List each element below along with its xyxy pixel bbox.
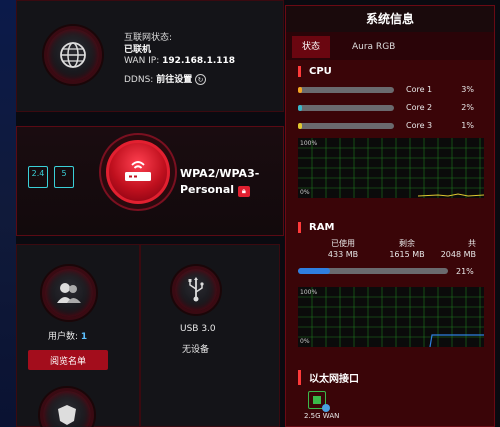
system-info-tabs: 状态 Aura RGB bbox=[286, 32, 494, 58]
ethernet-title: 以太网接口 bbox=[298, 370, 359, 385]
ram-total-value: 2048 MB bbox=[440, 250, 476, 259]
ram-graph-grid bbox=[298, 287, 484, 348]
ethernet-port-label: 2.5G WAN bbox=[304, 412, 340, 420]
cpu-core-1-bar bbox=[298, 87, 394, 93]
users-icon bbox=[57, 283, 81, 303]
wifi-security-line1: WPA2/WPA3- bbox=[180, 167, 260, 180]
ddns-row: DDNS: 前往设置 ↻ bbox=[124, 72, 207, 85]
ram-graph-top-tick: 100% bbox=[300, 289, 318, 296]
tab-status[interactable]: 状态 bbox=[292, 36, 331, 58]
cpu-title: CPU bbox=[298, 66, 332, 77]
usb-status: 无设备 bbox=[182, 345, 210, 355]
router-icon bbox=[125, 161, 151, 181]
internet-status-value: 已联机 bbox=[124, 45, 152, 55]
ram-title: RAM bbox=[298, 222, 334, 233]
clients-count-label: 用户数: bbox=[48, 332, 79, 342]
shield-icon bbox=[58, 405, 76, 425]
wifi-security-text: WPA2/WPA3- Personal 🔒︎ bbox=[180, 166, 259, 198]
router-button[interactable] bbox=[106, 140, 170, 204]
cpu-graph-bottom-tick: 0% bbox=[300, 189, 310, 196]
system-info-panel: 系统信息 状态 Aura RGB CPU Core 1 3% Core 2 2%… bbox=[285, 5, 495, 427]
ram-usage-bar bbox=[298, 268, 448, 274]
cpu-graph: 100% 0% bbox=[298, 138, 485, 198]
view-list-button[interactable]: 阅览名单 bbox=[28, 350, 108, 370]
ram-graph: 100% 0% bbox=[298, 287, 484, 348]
cpu-usage-line bbox=[417, 193, 485, 197]
cpu-core-2-bar bbox=[298, 105, 394, 111]
cpu-core-1-value: 3% bbox=[461, 85, 474, 94]
wan-ip-row: WAN IP: 192.168.1.118 bbox=[124, 56, 235, 66]
wifi-security-line2: Personal 🔒︎ bbox=[180, 182, 259, 198]
globe-icon bbox=[60, 42, 86, 68]
ram-free-label: 剩余 bbox=[399, 239, 415, 248]
wifi-security-line2-label: Personal bbox=[180, 183, 235, 196]
cpu-core-1-name: Core 1 bbox=[406, 85, 433, 94]
wan-ip-value: 192.168.1.118 bbox=[162, 56, 236, 66]
background-left-strip bbox=[0, 0, 16, 427]
usb-label: USB 3.0 bbox=[180, 324, 216, 334]
ram-used-label: 已使用 bbox=[331, 239, 355, 248]
ram-total: 共 2048 MB bbox=[436, 238, 490, 260]
ddns-label: DDNS: bbox=[124, 75, 154, 85]
wifi-24-label: 2.4 bbox=[31, 169, 45, 178]
ram-percent: 21% bbox=[456, 267, 474, 276]
cpu-core-3-bar bbox=[298, 123, 394, 129]
ddns-settings-icon[interactable]: ↻ bbox=[195, 74, 207, 85]
ethernet-port-indicator bbox=[313, 396, 321, 404]
cpu-core-2-fill bbox=[298, 105, 302, 111]
cpu-core-1-row: Core 1 3% bbox=[298, 85, 484, 95]
ram-free-value: 1615 MB bbox=[389, 250, 425, 259]
wan-ip-label: WAN IP: bbox=[124, 56, 160, 66]
clients-count-value: 1 bbox=[80, 332, 88, 342]
cpu-core-2-row: Core 2 2% bbox=[298, 103, 484, 113]
cpu-core-3-row: Core 3 1% bbox=[298, 121, 484, 131]
ethernet-link-dot bbox=[322, 404, 330, 412]
clients-button[interactable] bbox=[42, 266, 96, 320]
ram-used: 已使用 433 MB bbox=[316, 238, 370, 260]
wifi-5-badge[interactable]: 5 bbox=[54, 166, 74, 188]
globe-button[interactable] bbox=[44, 26, 102, 84]
cpu-core-2-value: 2% bbox=[461, 103, 474, 112]
ram-free: 剩余 1615 MB bbox=[380, 238, 434, 260]
wifi-5-label: 5 bbox=[61, 169, 67, 178]
cpu-graph-grid bbox=[298, 138, 485, 198]
tab-aura-rgb[interactable]: Aura RGB bbox=[342, 36, 405, 58]
ddns-link[interactable]: 前往设置 bbox=[156, 75, 192, 85]
cpu-graph-top-tick: 100% bbox=[300, 140, 318, 147]
system-info-title: 系统信息 bbox=[286, 6, 494, 32]
usb-button[interactable] bbox=[172, 266, 220, 314]
ram-usage-fill bbox=[298, 268, 330, 274]
cpu-core-3-value: 1% bbox=[461, 121, 474, 130]
usb-icon bbox=[188, 277, 204, 302]
cpu-core-1-fill bbox=[298, 87, 302, 93]
clients-count-row: 用户数: 1 bbox=[48, 329, 87, 342]
wifi-24-badge[interactable]: 2.4 bbox=[28, 166, 48, 188]
ethernet-port-icon[interactable] bbox=[308, 391, 330, 412]
cpu-core-3-fill bbox=[298, 123, 302, 129]
lock-icon: 🔒︎ bbox=[237, 186, 250, 197]
ram-total-label: 共 bbox=[468, 239, 476, 248]
ram-graph-bottom-tick: 0% bbox=[300, 338, 310, 345]
ram-used-value: 433 MB bbox=[327, 250, 359, 259]
cpu-core-3-name: Core 3 bbox=[406, 121, 433, 130]
cpu-core-2-name: Core 2 bbox=[406, 103, 433, 112]
